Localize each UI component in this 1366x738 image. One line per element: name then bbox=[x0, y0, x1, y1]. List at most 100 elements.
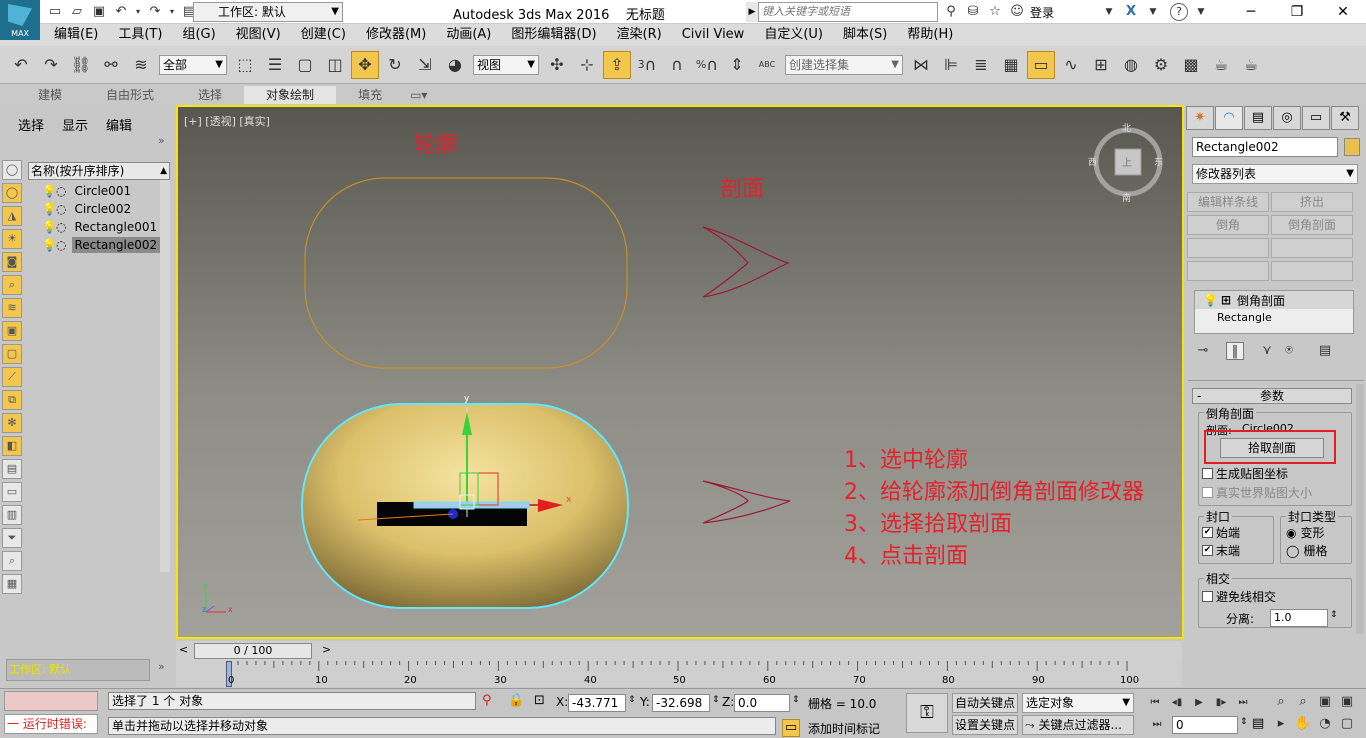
select-object-icon[interactable]: ⬚ bbox=[231, 51, 259, 79]
light-bulb-icon[interactable]: 💡 bbox=[42, 220, 57, 234]
geometry-filter-icon[interactable]: ◯ bbox=[2, 183, 22, 203]
menu-animation[interactable]: 动画(A) bbox=[436, 24, 501, 46]
menu-modifiers[interactable]: 修改器(M) bbox=[356, 24, 436, 46]
maxscript-listener[interactable] bbox=[4, 691, 98, 711]
field-of-view-icon[interactable]: ▸ bbox=[1272, 715, 1290, 733]
isolate-icon[interactable]: ⚲ bbox=[482, 693, 492, 708]
create-tab-icon[interactable]: ✷ bbox=[1186, 106, 1214, 130]
favorites-icon[interactable]: ☆ bbox=[986, 3, 1004, 21]
add-time-tag[interactable]: 添加时间标记 bbox=[808, 720, 880, 737]
utilities-tab-icon[interactable]: ⚒ bbox=[1331, 106, 1359, 130]
bevel-profile-button[interactable]: 倒角剖面 bbox=[1271, 215, 1353, 235]
schematic-view-icon[interactable]: ⊞ bbox=[1087, 51, 1115, 79]
subscription-icon[interactable]: ⛁ bbox=[964, 3, 982, 21]
separation-spinner-icon[interactable]: ⇕ bbox=[1330, 610, 1338, 620]
find-icon[interactable]: ⌕ bbox=[2, 551, 22, 571]
undo-icon[interactable]: ↶ bbox=[7, 51, 35, 79]
display-all-icon[interactable]: ◯ bbox=[2, 160, 22, 180]
key-filters-button[interactable]: ⤳ 关键点过滤器... bbox=[1022, 715, 1134, 735]
goto-end-icon[interactable]: ⏭ bbox=[1234, 694, 1252, 712]
align-icon[interactable]: ⊫ bbox=[937, 51, 965, 79]
real-world-checkbox[interactable]: 真实世界贴图大小 bbox=[1202, 484, 1312, 501]
current-frame-field[interactable]: 0 bbox=[1172, 716, 1238, 734]
undo-icon[interactable]: ↶ bbox=[112, 3, 130, 21]
modify-tab-icon[interactable]: ◠ bbox=[1215, 106, 1243, 130]
empty-button-1[interactable] bbox=[1187, 238, 1269, 258]
light-bulb-icon[interactable]: 💡 bbox=[1203, 293, 1218, 307]
absolute-mode-icon[interactable]: ⊡ bbox=[534, 693, 545, 708]
x-spinner-icon[interactable]: ⇕ bbox=[628, 695, 636, 705]
expand-icon-2[interactable]: » bbox=[158, 660, 165, 673]
prev-key-icon[interactable]: ◂▮ bbox=[1168, 694, 1186, 712]
helpers-filter-icon[interactable]: ⌕ bbox=[2, 275, 22, 295]
cap-grid-radio[interactable]: ◯ 栅格 bbox=[1286, 542, 1327, 559]
lights-filter-icon[interactable]: ☀ bbox=[2, 229, 22, 249]
cap-end-checkbox[interactable]: ✔ 末端 bbox=[1202, 542, 1240, 559]
viewcube-north[interactable]: 北 bbox=[1122, 121, 1131, 134]
place-icon[interactable]: ◕ bbox=[441, 51, 469, 79]
explorer-menu-edit[interactable]: 编辑 bbox=[106, 115, 132, 134]
next-key-icon[interactable]: ▮▸ bbox=[1212, 694, 1230, 712]
play-icon[interactable]: ▶ bbox=[1190, 694, 1208, 712]
z-coordinate-field[interactable]: 0.0 bbox=[734, 694, 790, 712]
frame-spinner-icon[interactable]: ⇕ bbox=[1240, 717, 1248, 727]
help-dropdown-icon[interactable]: ▼ bbox=[1192, 3, 1210, 21]
time-config-icon[interactable]: ▤ bbox=[1252, 716, 1264, 731]
link-icon[interactable]: ⛓ bbox=[67, 51, 95, 79]
minimize-button[interactable]: ─ bbox=[1228, 0, 1274, 24]
object-color-swatch[interactable] bbox=[1344, 138, 1360, 156]
zoom-icon[interactable]: ⌕ bbox=[1272, 693, 1290, 711]
menu-edit[interactable]: 编辑(E) bbox=[44, 24, 108, 46]
display-tab-icon[interactable]: ▭ bbox=[1302, 106, 1330, 130]
restore-button[interactable]: ❐ bbox=[1274, 0, 1320, 24]
cameras-filter-icon[interactable]: ◙ bbox=[2, 252, 22, 272]
login-link[interactable]: 登录 bbox=[1030, 4, 1100, 21]
shapes-filter-icon[interactable]: ◮ bbox=[2, 206, 22, 226]
curve-editor-icon[interactable]: ∿ bbox=[1057, 51, 1085, 79]
containers-filter-icon[interactable]: ⧉ bbox=[2, 390, 22, 410]
window-crossing-icon[interactable]: ◫ bbox=[321, 51, 349, 79]
stack-item-rectangle[interactable]: Rectangle bbox=[1195, 309, 1353, 327]
menu-tools[interactable]: 工具(T) bbox=[108, 24, 172, 46]
show-end-result-icon[interactable]: ‖ bbox=[1226, 342, 1244, 360]
cap-start-checkbox[interactable]: ✔ 始端 bbox=[1202, 524, 1240, 541]
viewcube-top[interactable]: 上 bbox=[1122, 154, 1132, 169]
menu-graph-editors[interactable]: 图形编辑器(D) bbox=[501, 24, 606, 46]
key-icon[interactable]: ⚿ bbox=[906, 693, 948, 733]
snap-toggle-icon[interactable]: 3 ∩ bbox=[633, 51, 661, 79]
tab-modeling[interactable]: 建模 bbox=[16, 86, 84, 104]
light-bulb-icon[interactable]: 💡 bbox=[42, 238, 57, 252]
viewcube-south[interactable]: 南 bbox=[1122, 191, 1131, 204]
menu-civil-view[interactable]: Civil View bbox=[672, 24, 755, 46]
percent-snap-icon[interactable]: % ∩ bbox=[693, 51, 721, 79]
gen-mapping-checkbox[interactable]: 生成贴图坐标 bbox=[1202, 465, 1288, 482]
help-icon[interactable]: ? bbox=[1170, 3, 1188, 21]
groups-filter-icon[interactable]: ▣ bbox=[2, 321, 22, 341]
explorer-menu-select[interactable]: 选择 bbox=[18, 115, 44, 134]
goto-start-icon[interactable]: ⏮ bbox=[1146, 694, 1164, 712]
runtime-error-field[interactable]: 一 运行时错误: bbox=[4, 714, 98, 734]
parameters-rollout-header[interactable]: - 参数 bbox=[1192, 388, 1352, 404]
named-selection-set-dropdown[interactable]: 创建选择集 ▼ bbox=[785, 54, 903, 75]
menu-rendering[interactable]: 渲染(R) bbox=[607, 24, 672, 46]
open-file-icon[interactable]: ▱ bbox=[68, 3, 86, 21]
list-view-icon[interactable]: ▤ bbox=[2, 459, 22, 479]
spacewarps-filter-icon[interactable]: ≋ bbox=[2, 298, 22, 318]
selection-filter-dropdown[interactable]: 全部 ▼ bbox=[159, 54, 227, 75]
mirror-icon[interactable]: ⋈ bbox=[907, 51, 935, 79]
cap-morph-radio[interactable]: ◉ 变形 bbox=[1286, 524, 1325, 541]
maximize-toggle-icon[interactable]: ▢ bbox=[1338, 715, 1356, 733]
list-item[interactable]: 💡 ◌ Rectangle001 bbox=[28, 218, 170, 236]
object-name-field[interactable]: Rectangle002 bbox=[1192, 137, 1338, 157]
menu-group[interactable]: 组(G) bbox=[172, 24, 225, 46]
options-icon[interactable]: ▦ bbox=[2, 574, 22, 594]
pivot-center-icon[interactable]: ✣ bbox=[543, 51, 571, 79]
layer-view-icon[interactable]: ▥ bbox=[2, 505, 22, 525]
select-by-name-icon[interactable]: ☰ bbox=[261, 51, 289, 79]
y-coordinate-field[interactable]: -32.698 bbox=[652, 694, 710, 712]
menu-scripting[interactable]: 脚本(S) bbox=[833, 24, 897, 46]
render-iterative-icon[interactable]: ☕ bbox=[1237, 51, 1265, 79]
tab-freeform[interactable]: 自由形式 bbox=[84, 86, 176, 104]
menu-customize[interactable]: 自定义(U) bbox=[754, 24, 833, 46]
key-mode-icon[interactable]: ⏭ bbox=[1148, 716, 1166, 734]
